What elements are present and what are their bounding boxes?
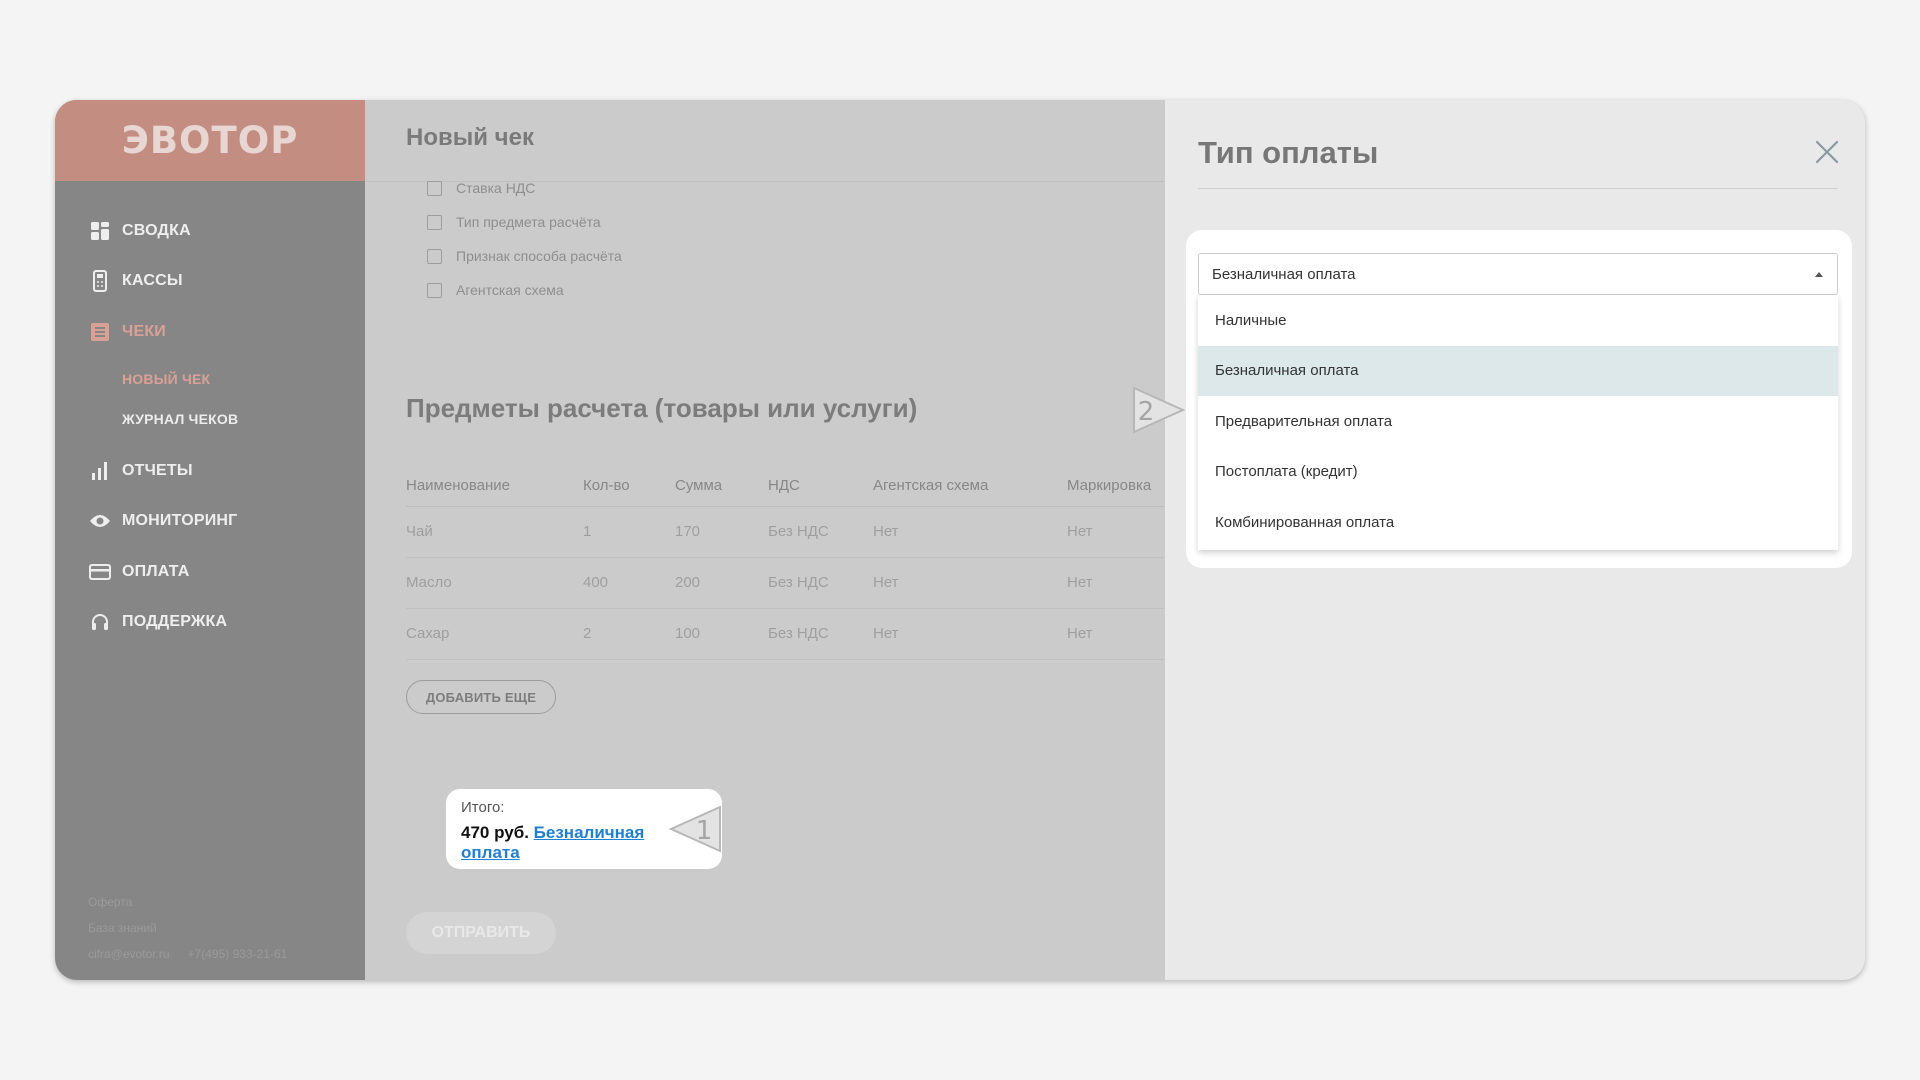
column-header: НДС xyxy=(768,466,873,507)
callout-1-number: 1 xyxy=(696,816,713,846)
checkbox-box[interactable] xyxy=(427,282,442,298)
table-cell: Без НДС xyxy=(768,506,873,558)
table-cell: Нет xyxy=(873,557,1067,609)
callout-2: 2 xyxy=(1130,384,1186,441)
payment-type-select[interactable]: Безналичная оплата xyxy=(1198,253,1838,295)
table-cell: 100 xyxy=(675,608,768,660)
table-cell: Масло xyxy=(406,557,583,609)
panel-title: Тип оплаты xyxy=(1198,135,1379,170)
column-header: Агентская схема xyxy=(873,466,1067,507)
dashboard-icon xyxy=(89,220,111,242)
logo: ЭВОТОР xyxy=(121,119,299,162)
app-window: ЭВОТОР СВОДКА КАССЫ ЧЕКИ НОВЫЙ ЧЕК ЖУРНА… xyxy=(55,100,1865,980)
cash-register-icon xyxy=(89,270,111,292)
sidebar-item-label: ЧЕКИ xyxy=(122,323,166,340)
headset-icon xyxy=(89,611,111,633)
support-email[interactable]: cifra@evotor.ru xyxy=(88,941,170,967)
checkbox-label: Агентская схема xyxy=(456,282,564,298)
sidebar-item-label: МОНИТОРИНГ xyxy=(122,512,238,529)
sidebar-item-label: КАССЫ xyxy=(122,272,183,289)
checkbox-label: Признак способа расчёта xyxy=(456,248,622,264)
sidebar-item-monitoring[interactable]: МОНИТОРИНГ xyxy=(89,508,237,534)
panel-divider xyxy=(1198,188,1838,189)
screen-background: ЭВОТОР СВОДКА КАССЫ ЧЕКИ НОВЫЙ ЧЕК ЖУРНА… xyxy=(0,0,1920,1080)
sidebar-item-label: СВОДКА xyxy=(122,222,191,239)
section-title: Предметы расчета (товары или услуги) xyxy=(406,393,918,423)
option-postpayment[interactable]: Постоплата (кредит) xyxy=(1198,447,1838,498)
checkbox-payment-method[interactable]: Признак способа расчёта xyxy=(427,248,687,264)
sidebar-footer: Оферта База знаний cifra@evotor.ru +7(49… xyxy=(88,889,287,967)
table-cell: Без НДС xyxy=(768,608,873,660)
sidebar: ЭВОТОР СВОДКА КАССЫ ЧЕКИ НОВЫЙ ЧЕК ЖУРНА… xyxy=(55,100,365,980)
table-cell: Чай xyxy=(406,506,583,558)
knowledge-base-link[interactable]: База знаний xyxy=(88,915,287,941)
main-content: Новый чек Ставка НДС Тип предмета расчёт… xyxy=(365,100,1165,980)
select-value: Безналичная оплата xyxy=(1212,265,1356,283)
table-cell: Нет xyxy=(1067,506,1165,558)
checkbox-label: Ставка НДС xyxy=(456,180,536,196)
sidebar-item-summary[interactable]: СВОДКА xyxy=(89,218,191,244)
checkbox-box[interactable] xyxy=(427,248,442,264)
table-cell: Нет xyxy=(873,608,1067,660)
sidebar-item-reports[interactable]: ОТЧЕТЫ xyxy=(89,458,193,484)
sidebar-item-support[interactable]: ПОДДЕРЖКА xyxy=(89,609,227,635)
column-header: Наименование xyxy=(406,466,583,507)
option-cash[interactable]: Наличные xyxy=(1198,295,1838,346)
bar-chart-icon xyxy=(89,460,111,482)
table-cell: 400 xyxy=(583,557,675,609)
callout-2-number: 2 xyxy=(1138,397,1155,427)
table-header-row: Наименование Кол-во Сумма НДС Агентская … xyxy=(406,466,1165,507)
column-header: Кол-во xyxy=(583,466,675,507)
sidebar-item-label: ОПЛАТА xyxy=(122,563,190,580)
table-cell: Нет xyxy=(1067,557,1165,609)
items-table: Наименование Кол-во Сумма НДС Агентская … xyxy=(406,466,1165,660)
table-cell: 1 xyxy=(583,506,675,558)
table-row[interactable]: Сахар 2 100 Без НДС Нет Нет xyxy=(406,608,1165,660)
receipt-icon xyxy=(89,321,111,343)
checkbox-box[interactable] xyxy=(427,214,442,230)
table-cell: Нет xyxy=(873,506,1067,558)
option-cashless[interactable]: Безналичная оплата xyxy=(1198,345,1838,396)
column-header: Маркировка xyxy=(1067,466,1165,507)
support-phone[interactable]: +7(495) 933-21-61 xyxy=(188,941,288,967)
table-cell: Без НДС xyxy=(768,557,873,609)
table-cell: Нет xyxy=(1067,608,1165,660)
eye-icon xyxy=(89,510,111,532)
table-row[interactable]: Масло 400 200 Без НДС Нет Нет xyxy=(406,557,1165,609)
sidebar-item-receipts[interactable]: ЧЕКИ xyxy=(89,319,166,345)
send-button[interactable]: ОТПРАВИТЬ xyxy=(406,912,556,954)
checkbox-agent-scheme[interactable]: Агентская схема xyxy=(427,282,687,298)
logo-header[interactable]: ЭВОТОР xyxy=(55,100,365,181)
checkbox-item-type[interactable]: Тип предмета расчёта xyxy=(427,214,687,230)
page-title: Новый чек xyxy=(406,124,534,151)
sidebar-item-payment[interactable]: ОПЛАТА xyxy=(89,559,189,585)
table-cell: 2 xyxy=(583,608,675,660)
sidebar-subitem-receipt-log[interactable]: ЖУРНАЛ ЧЕКОВ xyxy=(122,411,238,427)
option-combined[interactable]: Комбинированная оплата xyxy=(1198,497,1838,548)
offer-link[interactable]: Оферта xyxy=(88,889,287,915)
caret-up-icon xyxy=(1815,272,1823,277)
sidebar-item-registers[interactable]: КАССЫ xyxy=(89,268,183,294)
table-cell: 200 xyxy=(675,557,768,609)
checkbox-vat-rate[interactable]: Ставка НДС xyxy=(427,180,687,196)
column-header: Сумма xyxy=(675,466,768,507)
table-row[interactable]: Чай 1 170 Без НДС Нет Нет xyxy=(406,506,1165,558)
table-cell: Сахар xyxy=(406,608,583,660)
add-more-button[interactable]: ДОБАВИТЬ ЕЩЕ xyxy=(406,680,556,714)
close-icon[interactable] xyxy=(1813,138,1841,166)
table-cell: 170 xyxy=(675,506,768,558)
option-prepayment[interactable]: Предварительная оплата xyxy=(1198,396,1838,447)
callout-1: 1 xyxy=(668,803,724,860)
credit-card-icon xyxy=(89,561,111,583)
total-amount: 470 руб. xyxy=(461,823,529,842)
checkbox-box[interactable] xyxy=(427,180,442,196)
sidebar-item-label: ОТЧЕТЫ xyxy=(122,462,193,479)
checkbox-label: Тип предмета расчёта xyxy=(456,214,601,230)
payment-type-options: Наличные Безналичная оплата Предваритель… xyxy=(1198,295,1838,550)
sidebar-item-label: ПОДДЕРЖКА xyxy=(122,613,228,630)
payment-type-panel: Тип оплаты Безналичная оплата Наличные Б… xyxy=(1165,100,1865,980)
sidebar-subitem-new-receipt[interactable]: НОВЫЙ ЧЕК xyxy=(122,371,210,387)
